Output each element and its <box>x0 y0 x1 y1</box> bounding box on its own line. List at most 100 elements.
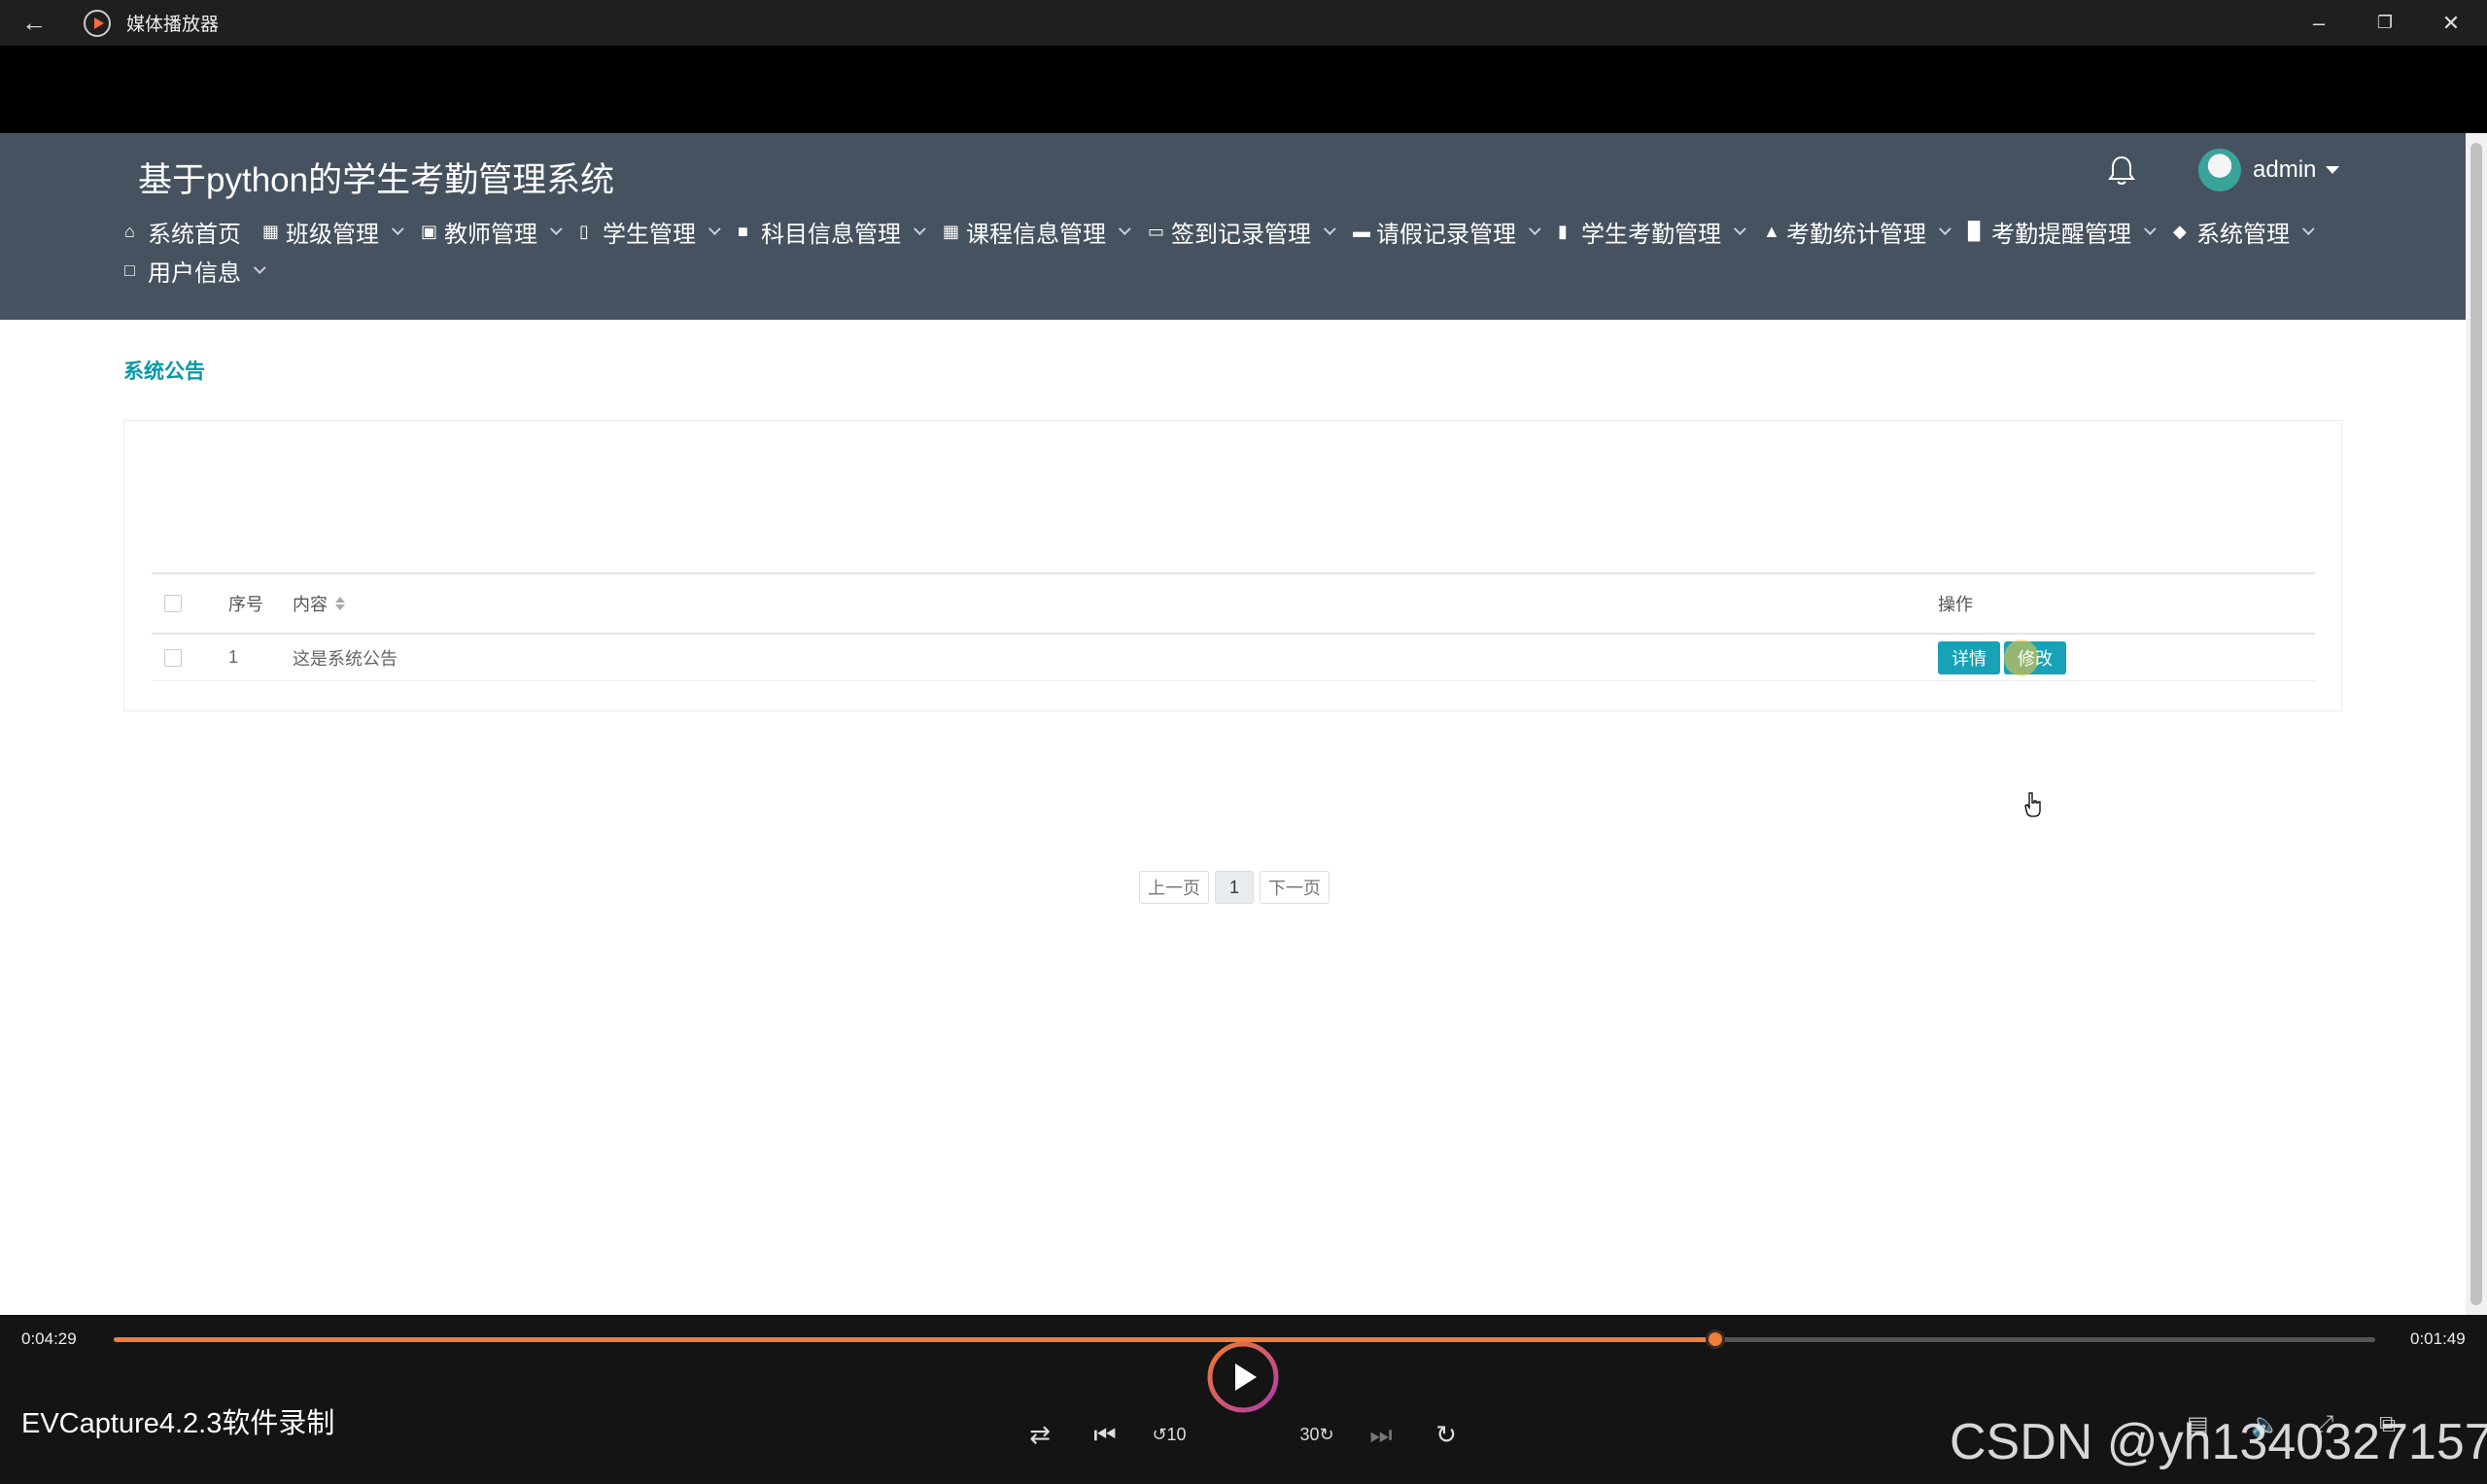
capture-label: EVCapture4.2.3软件录制 <box>21 1408 335 1439</box>
back-arrow-icon[interactable]: ← <box>0 8 68 38</box>
chevron-down-icon <box>1938 222 1952 235</box>
chevron-down-icon <box>549 222 563 235</box>
media-player-app-icon <box>84 9 111 37</box>
header-ops: 操作 <box>1938 595 1973 614</box>
play-icon[interactable] <box>1206 1340 1280 1414</box>
seek-handle[interactable] <box>1705 1329 1725 1349</box>
nav-item-11[interactable]: ◆ 系统管理 <box>2173 215 2315 248</box>
row-index: 1 <box>228 647 239 667</box>
home-icon: ⌂ <box>124 222 135 241</box>
monitor-icon: ▬ <box>1353 222 1370 241</box>
chevron-down-icon <box>2143 222 2157 235</box>
site-header: 基于python的学生考勤管理系统 admin ⌂ 系统首页 ▦ 班级管理 ▣ 教师管理 ▯… <box>0 133 2466 320</box>
nav-item-9[interactable]: ▲ 考勤统计管理 <box>1763 215 1952 248</box>
nav-item-label: 签到记录管理 <box>1171 221 1311 248</box>
shield-icon: ◆ <box>2173 222 2187 241</box>
forward-30-icon[interactable]: 30↻ <box>1297 1425 1336 1445</box>
nav-item-label: 教师管理 <box>444 221 537 248</box>
nav-item-label: 考勤统计管理 <box>1786 221 1926 248</box>
bar-chart-icon: ▉ <box>1968 222 1982 241</box>
car-icon: ▲ <box>1763 222 1780 241</box>
nav-item-0[interactable]: ⌂ 系统首页 <box>124 215 241 248</box>
nav-item-label: 系统管理 <box>2196 221 2290 248</box>
breadcrumb[interactable]: 系统公告 <box>123 356 205 385</box>
pagination: 上一页 1 下一页 <box>1139 871 1330 904</box>
book-icon: ▮ <box>1558 222 1568 241</box>
video-letterbox-top <box>0 46 2487 133</box>
detail-button[interactable]: 详情 <box>1938 640 2000 674</box>
edit-button-label: 修改 <box>2018 648 2053 669</box>
chevron-down-icon <box>1528 222 1541 235</box>
page-1-button[interactable]: 1 <box>1215 871 1254 904</box>
header-content[interactable]: 内容 <box>293 591 345 616</box>
comment-icon: ▭ <box>1148 222 1165 241</box>
caret-down-icon <box>2326 166 2340 174</box>
shuffle-icon[interactable]: ⇄ <box>1020 1420 1059 1450</box>
chevron-down-icon <box>2301 222 2315 235</box>
nav-item-3[interactable]: ▯ 学生管理 <box>579 215 721 248</box>
stamp-icon: ■ <box>738 222 748 241</box>
rewind-10-icon[interactable]: ↺10 <box>1150 1425 1189 1445</box>
nav-item-4[interactable]: ■ 科目信息管理 <box>738 215 926 248</box>
nav-item-10[interactable]: ▉ 考勤提醒管理 <box>1968 215 2157 248</box>
id-card-icon: □ <box>124 260 135 280</box>
page-scrollbar[interactable] <box>2466 133 2487 1315</box>
chevron-down-icon <box>1323 222 1336 235</box>
hand-cursor-icon <box>2024 792 2041 817</box>
chevron-down-icon <box>1733 222 1746 235</box>
nav-item-5[interactable]: ▦ 课程信息管理 <box>943 215 1131 248</box>
web-page: 基于python的学生考勤管理系统 admin ⌂ 系统首页 ▦ 班级管理 ▣ 教师管理 ▯… <box>0 133 2466 1315</box>
remaining-time: 0:01:49 <box>2410 1329 2466 1348</box>
nav-item-label: 请假记录管理 <box>1376 221 1516 248</box>
header-content-label: 内容 <box>293 595 328 614</box>
nav-item-label: 科目信息管理 <box>761 221 901 248</box>
close-icon[interactable]: ✕ <box>2418 0 2484 46</box>
site-title: 基于python的学生考勤管理系统 <box>138 161 615 199</box>
nav-item-8[interactable]: ▮ 学生考勤管理 <box>1558 215 1746 248</box>
user-menu[interactable]: admin <box>2198 149 2340 191</box>
nav-item-7[interactable]: ▬ 请假记录管理 <box>1353 215 1541 248</box>
nav-item-label: 班级管理 <box>286 221 379 248</box>
repeat-off-icon[interactable]: ↻ <box>1427 1420 1466 1450</box>
minimize-icon[interactable]: – <box>2286 0 2352 46</box>
grid-icon: ▦ <box>943 222 960 241</box>
next-page-button[interactable]: 下一页 <box>1260 871 1330 904</box>
next-icon[interactable]: ⏭ <box>1362 1420 1400 1451</box>
previous-icon[interactable]: ⏮ <box>1086 1420 1124 1451</box>
nav-item-2[interactable]: ▣ 教师管理 <box>421 215 563 248</box>
clipboard-icon: ▯ <box>579 222 589 241</box>
nav-item-6[interactable]: ▭ 签到记录管理 <box>1148 215 1336 248</box>
row-checkbox[interactable] <box>164 648 182 667</box>
current-time: 0:04:29 <box>21 1329 77 1348</box>
header-index: 序号 <box>228 595 263 614</box>
bell-icon[interactable] <box>2107 155 2136 188</box>
chevron-down-icon <box>1118 222 1131 235</box>
player-titlebar: ← 媒体播放器 <box>0 0 2487 46</box>
briefcase-icon: ▣ <box>421 222 438 241</box>
prev-page-button[interactable]: 上一页 <box>1139 871 1209 904</box>
nav-item-label: 系统首页 <box>148 221 241 248</box>
seek-bar-fill <box>114 1337 1715 1342</box>
avatar <box>2198 149 2241 191</box>
sort-icon[interactable] <box>335 597 345 610</box>
nav-item-label: 学生考勤管理 <box>1581 221 1721 248</box>
watermark: CSDN @yh1340327157 <box>1950 1414 2487 1470</box>
row-actions: 详情 修改 <box>1938 638 2066 676</box>
nav-item-12[interactable]: □ 用户信息 <box>124 254 266 287</box>
select-all-checkbox[interactable] <box>164 595 182 612</box>
chevron-down-icon <box>913 222 926 235</box>
scrollbar-thumb[interactable] <box>2470 143 2482 1305</box>
chevron-down-icon <box>708 222 721 235</box>
nav-item-label: 考勤提醒管理 <box>1991 221 2131 248</box>
chevron-down-icon <box>253 260 266 274</box>
table-header: 序号 内容 操作 <box>152 572 2315 635</box>
notice-table: 序号 内容 操作 1 这是系统公告 详情 修改 <box>152 572 2315 681</box>
edit-button[interactable]: 修改 <box>2004 638 2066 676</box>
main-nav: ⌂ 系统首页 ▦ 班级管理 ▣ 教师管理 ▯ 学生管理 ■ 科目信息管理 ▦ 课程信息管理 ▭ 签到记录管… <box>124 215 2360 287</box>
player-title: 媒体播放器 <box>126 15 220 35</box>
restore-icon[interactable]: ❐ <box>2352 0 2418 46</box>
nav-item-label: 用户信息 <box>148 259 241 287</box>
nav-item-label: 课程信息管理 <box>966 221 1106 248</box>
nav-item-1[interactable]: ▦ 班级管理 <box>262 215 404 248</box>
username: admin <box>2253 156 2317 183</box>
